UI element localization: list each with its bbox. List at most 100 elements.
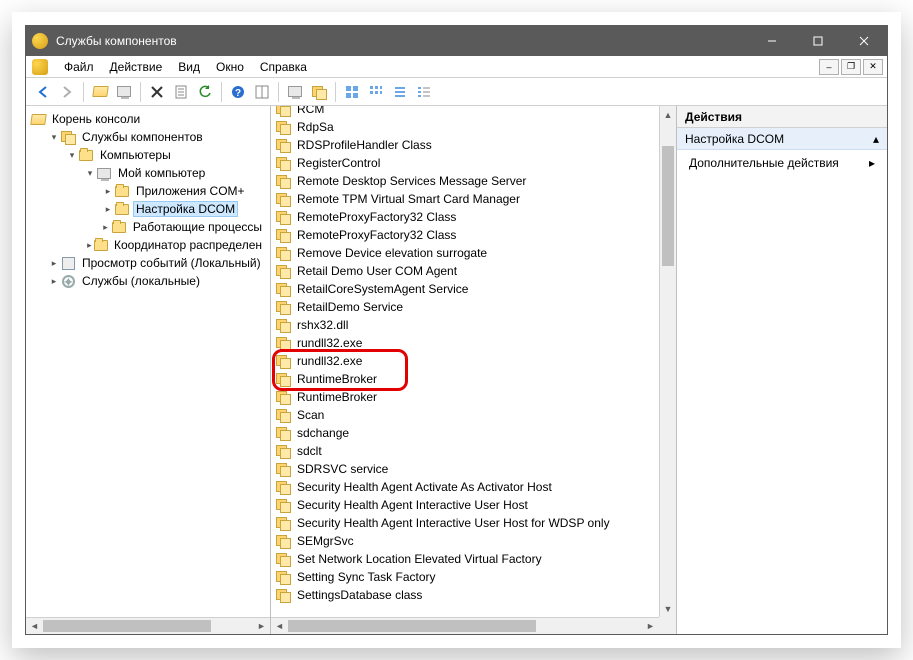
chevron-right-icon[interactable]: ▸	[102, 186, 114, 197]
tree-node[interactable]: ▸Просмотр событий (Локальный)	[26, 254, 270, 272]
menu-help[interactable]: Справка	[252, 58, 315, 76]
list-item[interactable]: Set Network Location Elevated Virtual Fa…	[275, 550, 659, 568]
vscroll-thumb[interactable]	[662, 146, 674, 266]
list-item[interactable]: sdchange	[275, 424, 659, 442]
chevron-right-icon[interactable]: ▸	[102, 204, 114, 215]
list-hscrollbar[interactable]: ◄ ►	[271, 617, 659, 634]
menu-window[interactable]: Окно	[208, 58, 252, 76]
document-icon	[174, 85, 188, 99]
chevron-right-icon[interactable]: ▸	[85, 240, 94, 251]
hscroll-thumb[interactable]	[288, 620, 536, 632]
mdi-minimize[interactable]: ‒	[819, 59, 839, 75]
list-item[interactable]: RegisterControl	[275, 154, 659, 172]
chevron-right-icon[interactable]: ▸	[48, 276, 60, 287]
scroll-right-button[interactable]: ►	[642, 618, 659, 634]
list-item[interactable]: Remote Desktop Services Message Server	[275, 172, 659, 190]
view-app-button[interactable]	[308, 81, 330, 103]
view-small-button[interactable]	[365, 81, 387, 103]
list-item[interactable]: rshx32.dll	[275, 316, 659, 334]
view-status-button[interactable]	[251, 81, 273, 103]
list-item[interactable]: Security Health Agent Interactive User H…	[275, 496, 659, 514]
scroll-left-button[interactable]: ◄	[26, 618, 43, 634]
tree-node[interactable]: ▸Координатор распределен	[26, 236, 270, 254]
minimize-button[interactable]	[749, 26, 795, 56]
list-item[interactable]: RetailCoreSystemAgent Service	[275, 280, 659, 298]
list-item[interactable]: Remote TPM Virtual Smart Card Manager	[275, 190, 659, 208]
list-item[interactable]: rundll32.exe	[275, 352, 659, 370]
show-hide-tree-button[interactable]	[89, 81, 111, 103]
scroll-down-button[interactable]: ▼	[660, 600, 676, 617]
refresh-button[interactable]	[194, 81, 216, 103]
menu-action[interactable]: Действие	[102, 58, 171, 76]
help-button[interactable]: ?	[227, 81, 249, 103]
delete-button[interactable]	[146, 81, 168, 103]
tree-node-label: Службы компонентов	[80, 130, 205, 144]
list-item[interactable]: SDRSVC service	[275, 460, 659, 478]
list-item[interactable]: Remove Device elevation surrogate	[275, 244, 659, 262]
component-icon	[275, 173, 291, 189]
scroll-up-button[interactable]: ▲	[660, 106, 676, 123]
list-item[interactable]: SettingsDatabase class	[275, 586, 659, 604]
list-item[interactable]: RDSProfileHandler Class	[275, 136, 659, 154]
list-item-label: RetailCoreSystemAgent Service	[297, 282, 468, 296]
maximize-button[interactable]	[795, 26, 841, 56]
tree-node[interactable]: ▾Компьютеры	[26, 146, 270, 164]
scroll-right-button[interactable]: ►	[253, 618, 270, 634]
list-item[interactable]: Retail Demo User COM Agent	[275, 262, 659, 280]
tree-node[interactable]: ▾Мой компьютер	[26, 164, 270, 182]
list-item[interactable]: RetailDemo Service	[275, 298, 659, 316]
chevron-right-icon[interactable]: ▸	[48, 258, 60, 269]
hscroll-thumb[interactable]	[43, 620, 211, 632]
list-item[interactable]: Setting Sync Task Factory	[275, 568, 659, 586]
list-item[interactable]: rundll32.exe	[275, 334, 659, 352]
view-computer-button[interactable]	[284, 81, 306, 103]
pc-icon	[96, 165, 112, 181]
tree-node[interactable]: ▸Приложения COM+	[26, 182, 270, 200]
list-item[interactable]: SEMgrSvc	[275, 532, 659, 550]
list-item[interactable]: RemoteProxyFactory32 Class	[275, 208, 659, 226]
actions-section[interactable]: Настройка DCOM ▴	[677, 128, 887, 150]
menu-view[interactable]: Вид	[170, 58, 208, 76]
view-list-button[interactable]	[389, 81, 411, 103]
scroll-left-button[interactable]: ◄	[271, 618, 288, 634]
chevron-down-icon[interactable]: ▾	[66, 150, 78, 161]
list-item[interactable]: RdpSa	[275, 118, 659, 136]
view-large-button[interactable]	[341, 81, 363, 103]
list-item[interactable]: RuntimeBroker	[275, 370, 659, 388]
list-item-label: Setting Sync Task Factory	[297, 570, 436, 584]
list-item-label: rshx32.dll	[297, 318, 348, 332]
properties-button[interactable]	[113, 81, 135, 103]
props-button[interactable]	[170, 81, 192, 103]
list-vscrollbar[interactable]: ▲ ▼	[659, 106, 676, 617]
chevron-down-icon[interactable]: ▾	[48, 132, 60, 143]
comp-icon	[60, 129, 76, 145]
nav-back-button[interactable]	[32, 81, 54, 103]
tree-node[interactable]: ▸Службы (локальные)	[26, 272, 270, 290]
chevron-right-icon[interactable]: ▸	[100, 222, 112, 233]
list-item[interactable]: RemoteProxyFactory32 Class	[275, 226, 659, 244]
list-item[interactable]: Scan	[275, 406, 659, 424]
list-item[interactable]: RCM	[275, 106, 659, 118]
tree-node[interactable]: ▾ Службы компонентов	[26, 128, 270, 146]
tree-node[interactable]: ▸Работающие процессы	[26, 218, 270, 236]
view-detail-button[interactable]	[413, 81, 435, 103]
mdi-close[interactable]: ✕	[863, 59, 883, 75]
list-item[interactable]: RuntimeBroker	[275, 388, 659, 406]
nav-forward-button[interactable]	[56, 81, 78, 103]
actions-more-row[interactable]: Дополнительные действия ▸	[677, 150, 887, 176]
list-item[interactable]: Security Health Agent Activate As Activa…	[275, 478, 659, 496]
list-item[interactable]: sdclt	[275, 442, 659, 460]
components-icon	[312, 86, 326, 98]
tree-root[interactable]: Корень консоли	[26, 110, 270, 128]
tree-hscrollbar[interactable]: ◄ ►	[26, 617, 270, 634]
chevron-down-icon[interactable]: ▾	[84, 168, 96, 179]
tree-node[interactable]: ▸Настройка DCOM	[26, 200, 270, 218]
list-item-label: Security Health Agent Interactive User H…	[297, 516, 610, 530]
list-item[interactable]: Security Health Agent Interactive User H…	[275, 514, 659, 532]
list-icon	[393, 85, 407, 99]
close-button[interactable]	[841, 26, 887, 56]
component-icon	[275, 245, 291, 261]
mdi-restore[interactable]: ❐	[841, 59, 861, 75]
list-item-label: SEMgrSvc	[297, 534, 354, 548]
menu-file[interactable]: Файл	[56, 58, 102, 76]
